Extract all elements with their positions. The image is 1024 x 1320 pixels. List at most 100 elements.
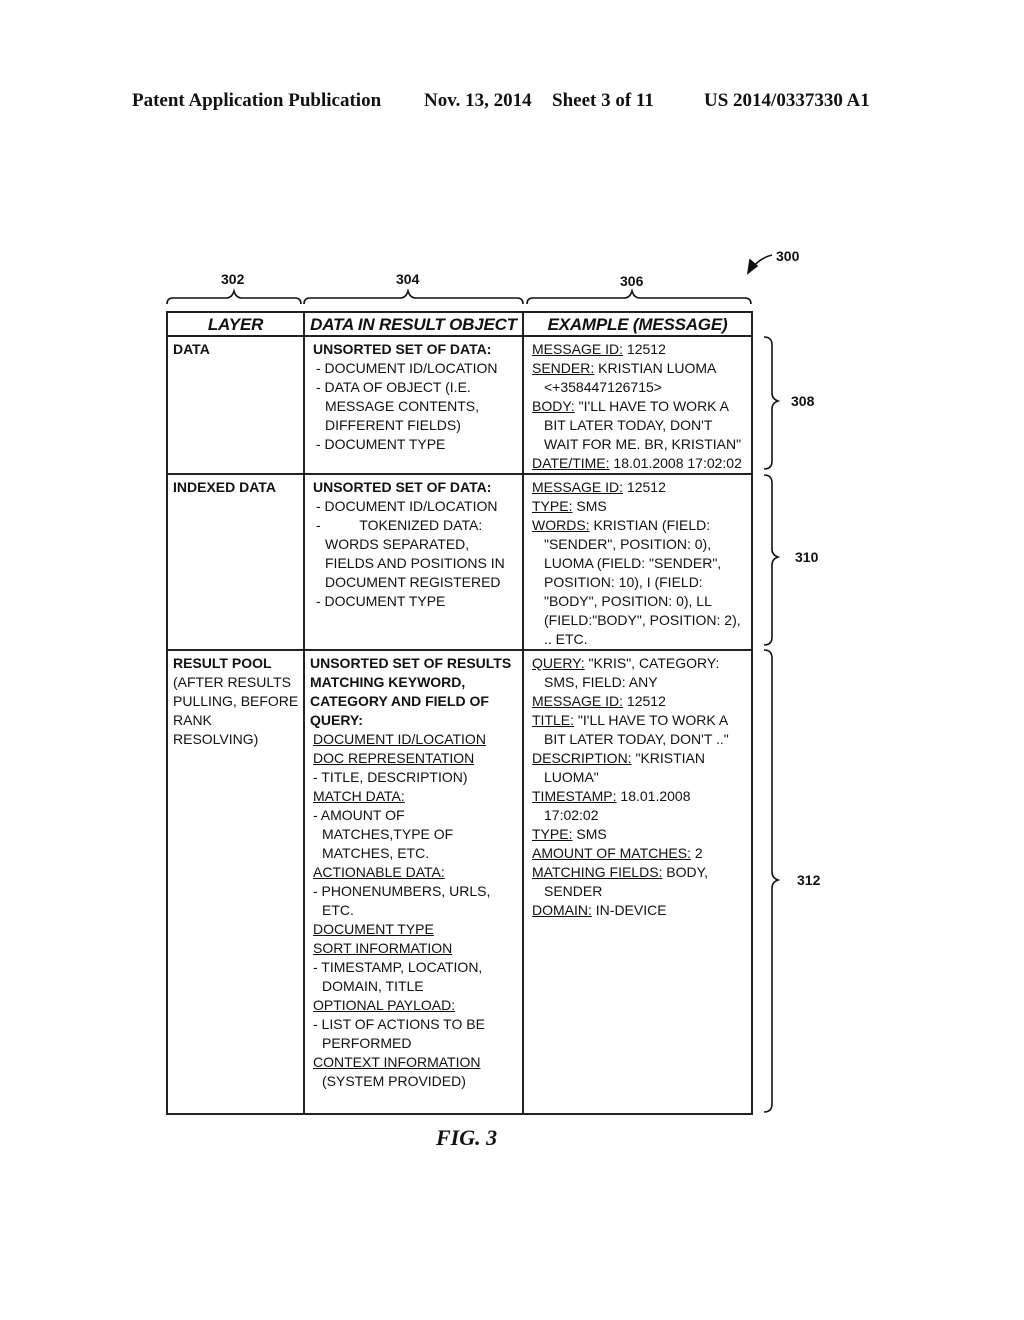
example-line: BIT LATER TODAY, DON'T .." <box>532 730 747 749</box>
example-line: DATE/TIME: 18.01.2008 17:02:02 <box>532 454 747 473</box>
data-line: DOC REPRESENTATION <box>310 749 517 768</box>
data-line: MATCHES, ETC. <box>322 845 430 861</box>
layer-text: PULLING, BEFORE <box>173 693 299 709</box>
data-line: OPTIONAL PAYLOAD: <box>310 996 517 1015</box>
ref-col-data: 304 <box>396 271 420 287</box>
example-line: MESSAGE ID: 12512 <box>532 340 747 359</box>
figure-caption: FIG. 3 <box>436 1125 498 1150</box>
example-field-value: 18.01.2008 <box>616 788 691 804</box>
data-line-heading: DOCUMENT ID/LOCATION <box>313 731 486 747</box>
example-line: DOMAIN: IN-DEVICE <box>532 901 747 920</box>
example-field-value: 12512 <box>623 693 666 709</box>
example-line: LUOMA (FIELD: "SENDER", <box>532 554 747 573</box>
data-line: UNSORTED SET OF DATA: <box>313 479 492 495</box>
table-row: DATA UNSORTED SET OF DATA: - DOCUMENT ID/… <box>166 335 753 475</box>
example-field-value: 12512 <box>623 479 666 495</box>
header-data-in-result-object: DATA IN RESULT OBJECT <box>303 311 524 337</box>
example-line: <+358447126715> <box>532 378 747 397</box>
data-line: DIFFERENT FIELDS) <box>325 417 461 433</box>
data-line: (SYSTEM PROVIDED) <box>322 1073 466 1089</box>
example-line: QUERY: "KRIS", CATEGORY: <box>532 654 747 673</box>
example-cell: QUERY: "KRIS", CATEGORY: SMS, FIELD: ANY M… <box>522 649 753 1115</box>
example-field-value: POSITION: 10), I (FIELD: <box>544 574 703 590</box>
table-header-row: LAYER DATA IN RESULT OBJECT EXAMPLE (MES… <box>166 311 753 337</box>
layer-cell: INDEXED DATA <box>166 473 305 651</box>
example-field-label: TITLE: <box>532 712 575 728</box>
example-line: LUOMA" <box>532 768 747 787</box>
example-line: BODY: "I'LL HAVE TO WORK A <box>532 397 747 416</box>
layer-text: INDEXED DATA <box>173 479 276 495</box>
example-field-label: TYPE: <box>532 826 573 842</box>
example-line: SMS, FIELD: ANY <box>532 673 747 692</box>
data-line: - LIST OF ACTIONS TO BE <box>313 1016 485 1032</box>
table-row: INDEXED DATA UNSORTED SET OF DATA: - DOCU… <box>166 473 753 651</box>
example-field-value: (FIELD:"BODY", POSITION: 2), <box>544 612 741 628</box>
brace-row-indexed <box>763 474 781 646</box>
data-line: MATCHES,TYPE OF <box>322 826 454 842</box>
example-field-value: BODY, <box>662 864 709 880</box>
data-line: MATCH DATA: <box>310 787 517 806</box>
data-line-heading: SORT INFORMATION <box>313 940 453 956</box>
example-line: BIT LATER TODAY, DON'T <box>532 416 747 435</box>
example-field-value: KRISTIAN (FIELD: <box>589 517 711 533</box>
data-line: - TOKENIZED DATA: <box>316 517 483 533</box>
example-field-value: "SENDER", POSITION: 0), <box>544 536 712 552</box>
example-cell: MESSAGE ID: 12512 TYPE: SMS WORDS: KRISTIA… <box>522 473 753 651</box>
layer-text: RANK <box>173 712 212 728</box>
data-line: - DOCUMENT TYPE <box>316 593 446 609</box>
example-field-value: "KRISTIAN <box>631 750 706 766</box>
example-line: MESSAGE ID: 12512 <box>532 692 747 711</box>
data-line: CATEGORY AND FIELD OF <box>310 693 489 709</box>
ref-col-example: 306 <box>620 273 644 289</box>
example-field-value: KRISTIAN LUOMA <box>594 360 717 376</box>
example-field-value: SMS <box>572 498 607 514</box>
brace-row-result <box>763 649 781 1113</box>
brace-row-data <box>763 336 781 470</box>
data-line: - DOCUMENT ID/LOCATION <box>316 498 498 514</box>
data-line: FIELDS AND POSITIONS IN <box>325 555 505 571</box>
data-line: ETC. <box>322 902 354 918</box>
example-field-value: SMS <box>572 826 607 842</box>
data-line: DOCUMENT REGISTERED <box>325 574 501 590</box>
example-line: AMOUNT OF MATCHES: 2 <box>532 844 747 863</box>
data-line: - AMOUNT OF <box>313 807 405 823</box>
data-line: CONTEXT INFORMATION <box>310 1053 517 1072</box>
example-line: WORDS: KRISTIAN (FIELD: <box>532 516 747 535</box>
brace-col-layer <box>166 288 302 305</box>
example-field-value: BIT LATER TODAY, DON'T <box>544 417 713 433</box>
example-field-value: LUOMA" <box>544 769 599 785</box>
brace-col-example <box>526 288 752 305</box>
example-line: 17:02:02 <box>532 806 747 825</box>
figure-arrow-icon <box>751 254 773 269</box>
example-field-value: 12512 <box>623 341 666 357</box>
table-row: RESULT POOL (AFTER RESULTS PULLING, BEFORE… <box>166 649 753 1115</box>
data-line: - TIMESTAMP, LOCATION, <box>313 959 483 975</box>
example-field-label: QUERY: <box>532 655 585 671</box>
example-line: POSITION: 10), I (FIELD: <box>532 573 747 592</box>
data-line-heading: DOC REPRESENTATION <box>313 750 475 766</box>
example-field-value: 18.01.2008 17:02:02 <box>609 455 742 471</box>
example-field-label: DOMAIN: <box>532 902 592 918</box>
example-field-value: "BODY", POSITION: 0), LL <box>544 593 712 609</box>
example-field-label: BODY: <box>532 398 575 414</box>
example-field-label: MESSAGE ID: <box>532 341 624 357</box>
sheet-number: Sheet 3 of 11 <box>552 90 654 111</box>
example-line: TITLE: "I'LL HAVE TO WORK A <box>532 711 747 730</box>
data-line-heading: MATCH DATA: <box>313 788 405 804</box>
example-line: TYPE: SMS <box>532 497 747 516</box>
example-field-label: DATE/TIME: <box>532 455 610 471</box>
ref-col-layer: 302 <box>221 271 245 287</box>
data-line-heading: DOCUMENT TYPE <box>313 921 434 937</box>
data-line: UNSORTED SET OF DATA: <box>313 341 492 357</box>
data-cell: UNSORTED SET OF DATA: - DOCUMENT ID/LOCAT… <box>303 473 524 651</box>
layer-text: (AFTER RESULTS <box>173 674 291 690</box>
ref-row-indexed: 310 <box>795 549 819 565</box>
example-field-value: 2 <box>690 845 703 861</box>
data-line: PERFORMED <box>322 1035 412 1051</box>
example-line: "SENDER", POSITION: 0), <box>532 535 747 554</box>
example-line: "BODY", POSITION: 0), LL <box>532 592 747 611</box>
data-line: WORDS SEPARATED, <box>325 536 470 552</box>
example-field-value: .. ETC. <box>544 631 588 647</box>
layer-text: RESULT POOL <box>173 655 272 671</box>
data-cell: UNSORTED SET OF RESULTS MATCHING KEYWORD,… <box>303 649 524 1115</box>
